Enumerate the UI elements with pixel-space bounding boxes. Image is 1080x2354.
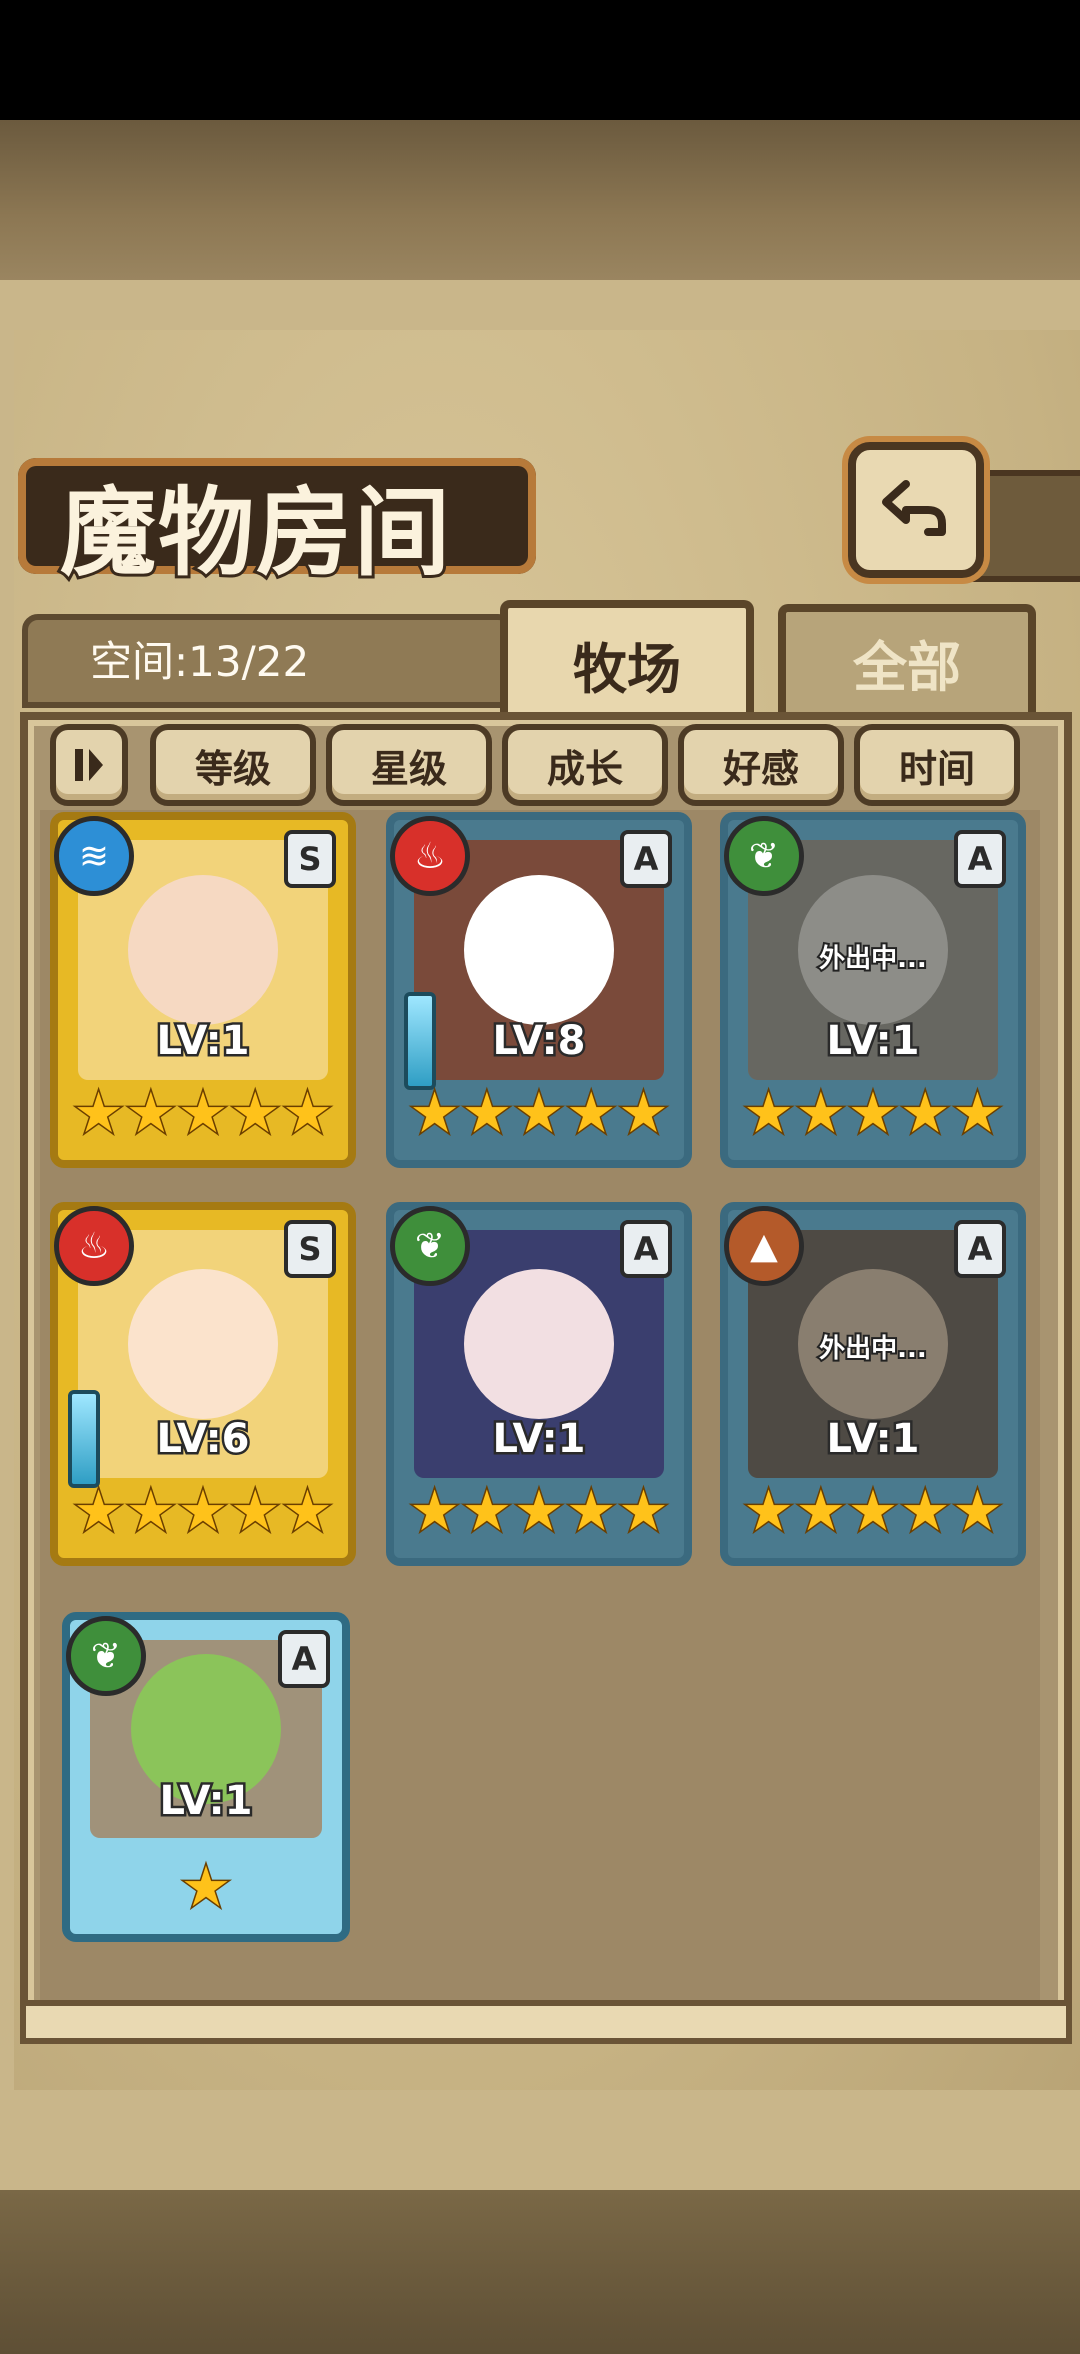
star-icon: ★ [179, 1855, 232, 1920]
rank-badge: S [284, 1220, 336, 1278]
level-label: LV:1 [490, 1414, 588, 1465]
rank-badge: A [954, 1220, 1006, 1278]
tab-ranch[interactable]: 牧场 [500, 600, 754, 720]
level-label: LV:1 [157, 1776, 255, 1827]
leaf-element-icon: ❦ [66, 1616, 146, 1696]
star-icon: ★ [742, 1479, 795, 1544]
tab-all[interactable]: 全部 [778, 604, 1036, 712]
monster-card[interactable]: ❦ A LV:1 ★ ★ ★ ★ ★ [386, 1202, 692, 1566]
star-icon: ★ [617, 1081, 670, 1146]
sort-star-button[interactable]: 星级 [326, 724, 492, 806]
star-icon: ★ [899, 1081, 952, 1146]
earth-element-icon: ▲ [724, 1206, 804, 1286]
star-icon: ★ [408, 1081, 461, 1146]
star-icon: ★ [565, 1479, 618, 1544]
star-icon: ★ [176, 1479, 229, 1544]
monster-card[interactable]: ❦ A 外出中... LV:1 ★ ★ ★ ★ ★ [720, 812, 1026, 1168]
star-icon: ★ [281, 1081, 334, 1146]
star-icon: ★ [512, 1081, 565, 1146]
monster-card[interactable]: ≋ S LV:1 ★ ★ ★ ★ ★ [50, 812, 356, 1168]
rank-badge: A [620, 830, 672, 888]
star-icon: ★ [565, 1081, 618, 1146]
panel-bottom-rail [20, 2000, 1072, 2044]
away-status: 外出中... [817, 1332, 929, 1366]
star-icon: ★ [742, 1081, 795, 1146]
star-rating: ★ ★ ★ ★ ★ [742, 1479, 1004, 1544]
star-icon: ★ [512, 1479, 565, 1544]
star-icon: ★ [617, 1479, 670, 1544]
leaf-element-icon: ❦ [724, 816, 804, 896]
star-rating: ★ ★ ★ ★ ★ [742, 1081, 1004, 1146]
star-rating: ★ ★ ★ ★ ★ [72, 1479, 334, 1544]
star-icon: ★ [951, 1479, 1004, 1544]
map-background-bottom [0, 2190, 1080, 2354]
level-label: LV:8 [490, 1016, 588, 1067]
level-label: LV:1 [154, 1016, 252, 1067]
star-icon: ★ [899, 1479, 952, 1544]
rank-badge: A [278, 1630, 330, 1688]
star-icon: ★ [124, 1479, 177, 1544]
space-counter: 空间:13/22 [90, 637, 310, 686]
away-status: 外出中... [817, 942, 929, 976]
star-icon: ★ [176, 1081, 229, 1146]
monster-card[interactable]: ❦ A LV:1 ★ [62, 1612, 350, 1942]
level-label: LV:6 [154, 1414, 252, 1465]
monster-card[interactable]: ▲ A 外出中... LV:1 ★ ★ ★ ★ ★ [720, 1202, 1026, 1566]
star-rating: ★ ★ ★ ★ ★ [408, 1081, 670, 1146]
fire-element-icon: ♨ [390, 816, 470, 896]
monster-card[interactable]: ♨ A LV:8 ★ ★ ★ ★ ★ [386, 812, 692, 1168]
star-icon: ★ [846, 1081, 899, 1146]
star-icon: ★ [846, 1479, 899, 1544]
sort-time-button[interactable]: 时间 [854, 724, 1020, 806]
star-icon: ★ [281, 1479, 334, 1544]
rank-badge: A [954, 830, 1006, 888]
level-label: LV:1 [824, 1016, 922, 1067]
star-icon: ★ [229, 1081, 282, 1146]
monster-card[interactable]: ♨ S LV:6 ★ ★ ★ ★ ★ [50, 1202, 356, 1566]
sort-toggle-button[interactable] [50, 724, 128, 806]
back-arrow-icon [882, 480, 946, 536]
water-element-icon: ≋ [54, 816, 134, 896]
sort-growth-button[interactable]: 成长 [502, 724, 668, 806]
status-bar [0, 0, 1080, 120]
star-icon: ★ [229, 1479, 282, 1544]
star-icon: ★ [460, 1479, 513, 1544]
star-icon: ★ [72, 1479, 125, 1544]
star-icon: ★ [951, 1081, 1004, 1146]
star-icon: ★ [460, 1081, 513, 1146]
fire-element-icon: ♨ [54, 1206, 134, 1286]
pause-icon [75, 749, 103, 781]
star-icon: ★ [794, 1081, 847, 1146]
back-button[interactable] [848, 442, 984, 578]
map-background-top [0, 120, 1080, 280]
rank-badge: S [284, 830, 336, 888]
star-rating: ★ [90, 1855, 322, 1920]
star-rating: ★ ★ ★ ★ ★ [72, 1081, 334, 1146]
sort-level-button[interactable]: 等级 [150, 724, 316, 806]
star-icon: ★ [794, 1479, 847, 1544]
sort-affection-button[interactable]: 好感 [678, 724, 844, 806]
page-title: 魔物房间 [57, 473, 453, 592]
rank-badge: A [620, 1220, 672, 1278]
star-icon: ★ [72, 1081, 125, 1146]
star-icon: ★ [124, 1081, 177, 1146]
level-label: LV:1 [824, 1414, 922, 1465]
leaf-element-icon: ❦ [390, 1206, 470, 1286]
star-rating: ★ ★ ★ ★ ★ [408, 1479, 670, 1544]
star-icon: ★ [408, 1479, 461, 1544]
